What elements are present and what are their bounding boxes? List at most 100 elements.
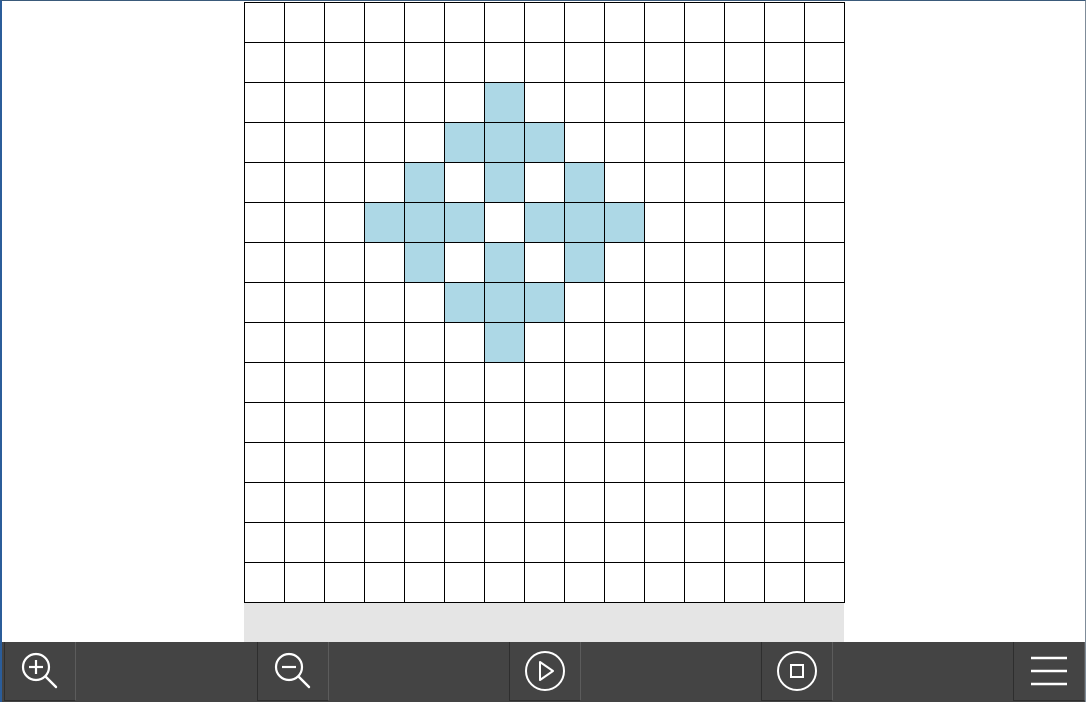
grid-cell[interactable]	[645, 403, 685, 443]
grid-cell-alive[interactable]	[405, 163, 445, 203]
grid-cell[interactable]	[805, 443, 845, 483]
grid-cell[interactable]	[645, 3, 685, 43]
grid-cell[interactable]	[245, 403, 285, 443]
grid-cell[interactable]	[285, 3, 325, 43]
grid-cell[interactable]	[365, 403, 405, 443]
grid-cell[interactable]	[685, 83, 725, 123]
grid-cell[interactable]	[405, 443, 445, 483]
grid-cell[interactable]	[765, 443, 805, 483]
grid-cell-alive[interactable]	[405, 203, 445, 243]
grid-cell-alive[interactable]	[605, 203, 645, 243]
grid-cell[interactable]	[245, 563, 285, 603]
grid-cell[interactable]	[805, 523, 845, 563]
grid-cell[interactable]	[645, 163, 685, 203]
grid-cell[interactable]	[765, 163, 805, 203]
grid-cell[interactable]	[325, 203, 365, 243]
grid-cell-alive[interactable]	[565, 243, 605, 283]
grid-cell[interactable]	[765, 523, 805, 563]
grid-cell[interactable]	[325, 3, 365, 43]
grid-cell-alive[interactable]	[525, 283, 565, 323]
grid-cell[interactable]	[645, 43, 685, 83]
grid-cell[interactable]	[365, 483, 405, 523]
grid-cell[interactable]	[685, 243, 725, 283]
grid-cell[interactable]	[725, 403, 765, 443]
zoom-in-button[interactable]	[4, 642, 76, 701]
grid-cell[interactable]	[485, 43, 525, 83]
grid-cell[interactable]	[645, 483, 685, 523]
grid-cell[interactable]	[805, 123, 845, 163]
grid-cell[interactable]	[805, 3, 845, 43]
grid-cell[interactable]	[685, 403, 725, 443]
grid-cell[interactable]	[565, 363, 605, 403]
grid-cell[interactable]	[605, 443, 645, 483]
grid-cell[interactable]	[685, 563, 725, 603]
grid-cell[interactable]	[365, 323, 405, 363]
grid-cell[interactable]	[285, 283, 325, 323]
grid-cell[interactable]	[245, 283, 285, 323]
grid-cell[interactable]	[805, 403, 845, 443]
grid-cell[interactable]	[525, 563, 565, 603]
grid-cell[interactable]	[645, 443, 685, 483]
grid-cell[interactable]	[605, 3, 645, 43]
grid-cell[interactable]	[605, 123, 645, 163]
grid-cell[interactable]	[525, 483, 565, 523]
grid-cell[interactable]	[525, 403, 565, 443]
grid-cell[interactable]	[285, 523, 325, 563]
grid-cell[interactable]	[485, 403, 525, 443]
grid-cell[interactable]	[405, 43, 445, 83]
grid-cell[interactable]	[325, 123, 365, 163]
grid-cell[interactable]	[805, 83, 845, 123]
grid-cell[interactable]	[365, 243, 405, 283]
grid-cell[interactable]	[245, 203, 285, 243]
grid-cell[interactable]	[605, 323, 645, 363]
menu-button[interactable]	[1013, 642, 1085, 701]
grid-cell[interactable]	[325, 323, 365, 363]
stop-button[interactable]	[761, 642, 833, 701]
grid-cell[interactable]	[725, 203, 765, 243]
grid-cell[interactable]	[525, 443, 565, 483]
grid-cell[interactable]	[285, 203, 325, 243]
grid-cell[interactable]	[485, 483, 525, 523]
grid-cell-alive[interactable]	[485, 163, 525, 203]
grid-cell[interactable]	[565, 283, 605, 323]
grid-cell[interactable]	[365, 83, 405, 123]
grid-cell-alive[interactable]	[485, 243, 525, 283]
grid-cell[interactable]	[445, 83, 485, 123]
grid-cell[interactable]	[525, 243, 565, 283]
grid-cell[interactable]	[645, 283, 685, 323]
grid-cell[interactable]	[445, 3, 485, 43]
grid-cell[interactable]	[765, 3, 805, 43]
grid-cell[interactable]	[365, 3, 405, 43]
grid-cell[interactable]	[325, 83, 365, 123]
grid-cell[interactable]	[285, 163, 325, 203]
grid-cell[interactable]	[285, 243, 325, 283]
grid-cell[interactable]	[765, 563, 805, 603]
grid-cell[interactable]	[725, 323, 765, 363]
grid-cell[interactable]	[245, 443, 285, 483]
grid-cell[interactable]	[245, 363, 285, 403]
grid-cell[interactable]	[405, 403, 445, 443]
grid-cell[interactable]	[645, 563, 685, 603]
grid-cell-alive[interactable]	[565, 163, 605, 203]
grid-cell[interactable]	[565, 123, 605, 163]
grid-cell[interactable]	[685, 3, 725, 43]
grid-cell[interactable]	[805, 283, 845, 323]
grid-cell[interactable]	[445, 43, 485, 83]
grid-cell[interactable]	[285, 563, 325, 603]
grid-cell[interactable]	[765, 363, 805, 403]
grid-cell[interactable]	[485, 363, 525, 403]
grid-cell[interactable]	[605, 43, 645, 83]
grid-cell[interactable]	[245, 43, 285, 83]
grid-cell[interactable]	[445, 363, 485, 403]
grid-cell[interactable]	[725, 3, 765, 43]
grid-cell-alive[interactable]	[525, 123, 565, 163]
grid-cell[interactable]	[565, 483, 605, 523]
grid-cell[interactable]	[685, 203, 725, 243]
grid-cell[interactable]	[805, 483, 845, 523]
grid-cell[interactable]	[525, 363, 565, 403]
grid-cell[interactable]	[405, 563, 445, 603]
grid-cell[interactable]	[365, 163, 405, 203]
grid-cell[interactable]	[645, 243, 685, 283]
grid-cell[interactable]	[605, 483, 645, 523]
grid-cell[interactable]	[245, 163, 285, 203]
